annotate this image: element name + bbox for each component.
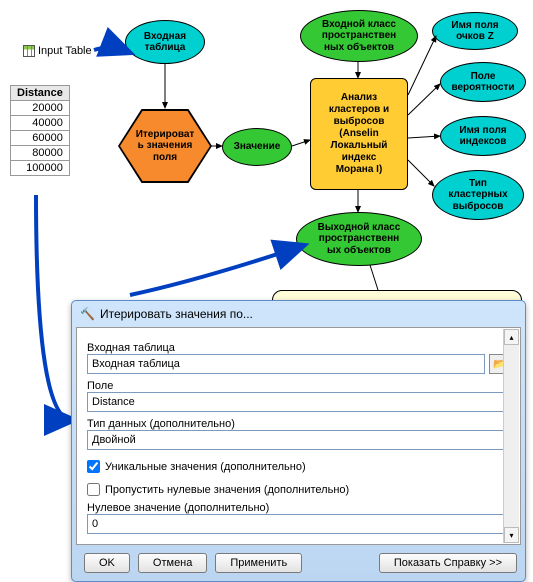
table-row: 100000 <box>11 161 70 176</box>
dialog-body: Входная таблица 📂 Поле Тип данных (допол… <box>76 327 521 545</box>
table-icon <box>23 45 35 57</box>
node-cluster-type[interactable]: Тип кластерных выбросов <box>432 170 524 220</box>
node-analysis-tool[interactable]: Анализ кластеров и выбросов (Anselin Лок… <box>310 78 408 190</box>
table-row: 40000 <box>11 116 70 131</box>
label-input-table: Входная таблица <box>87 342 510 354</box>
dialog-title-text: Итерировать значения по... <box>100 307 253 321</box>
ok-button[interactable]: OK <box>84 553 130 573</box>
skip-null-checkbox[interactable] <box>87 483 100 496</box>
node-input-feature-class[interactable]: Входной класс пространствен ных объектов <box>300 10 418 62</box>
show-help-button[interactable]: Показать Справку >> <box>379 553 517 573</box>
distance-table: Distance 20000 40000 60000 80000 100000 <box>10 85 70 176</box>
input-table-label: Input Table <box>23 45 92 57</box>
table-row: 80000 <box>11 146 70 161</box>
data-type-select[interactable] <box>87 430 510 450</box>
scroll-down-icon[interactable]: ▾ <box>504 527 519 543</box>
input-table-text: Input Table <box>38 45 92 57</box>
unique-label: Уникальные значения (дополнительно) <box>105 461 306 473</box>
node-prob-field[interactable]: Поле вероятности <box>440 62 526 102</box>
node-iterator[interactable]: Итерироват ь значения поля <box>120 111 210 181</box>
input-table-field[interactable] <box>87 354 485 374</box>
label-null-value: Нулевое значение (дополнительно) <box>87 502 510 514</box>
dialog-titlebar[interactable]: 🔨 Итерировать значения по... <box>72 301 525 327</box>
node-z-field[interactable]: Имя поля очков Z <box>432 12 518 50</box>
table-header: Distance <box>11 86 70 101</box>
node-input-table[interactable]: Входная таблица <box>125 20 205 64</box>
hammer-icon: 🔨 <box>80 307 95 321</box>
dialog-footer: OK Отмена Применить Показать Справку >> <box>72 545 525 581</box>
null-value-field[interactable] <box>87 514 510 534</box>
node-index-field[interactable]: Имя поля индексов <box>440 116 526 156</box>
scroll-up-icon[interactable]: ▴ <box>504 329 519 345</box>
field-select[interactable] <box>87 392 510 412</box>
table-row: 60000 <box>11 131 70 146</box>
node-value[interactable]: Значение <box>222 128 292 166</box>
table-row: 20000 <box>11 101 70 116</box>
unique-checkbox[interactable] <box>87 460 100 473</box>
node-output-feature-class[interactable]: Выходной класс пространственн ых объекто… <box>296 212 422 266</box>
iterator-dialog: 🔨 Итерировать значения по... Входная таб… <box>71 300 526 582</box>
cancel-button[interactable]: Отмена <box>138 553 207 573</box>
label-field: Поле <box>87 380 510 392</box>
dialog-scrollbar[interactable]: ▴ ▾ <box>503 329 519 543</box>
label-data-type: Тип данных (дополнительно) <box>87 418 510 430</box>
apply-button[interactable]: Применить <box>215 553 302 573</box>
skip-null-label: Пропустить нулевые значения (дополнитель… <box>105 484 349 496</box>
